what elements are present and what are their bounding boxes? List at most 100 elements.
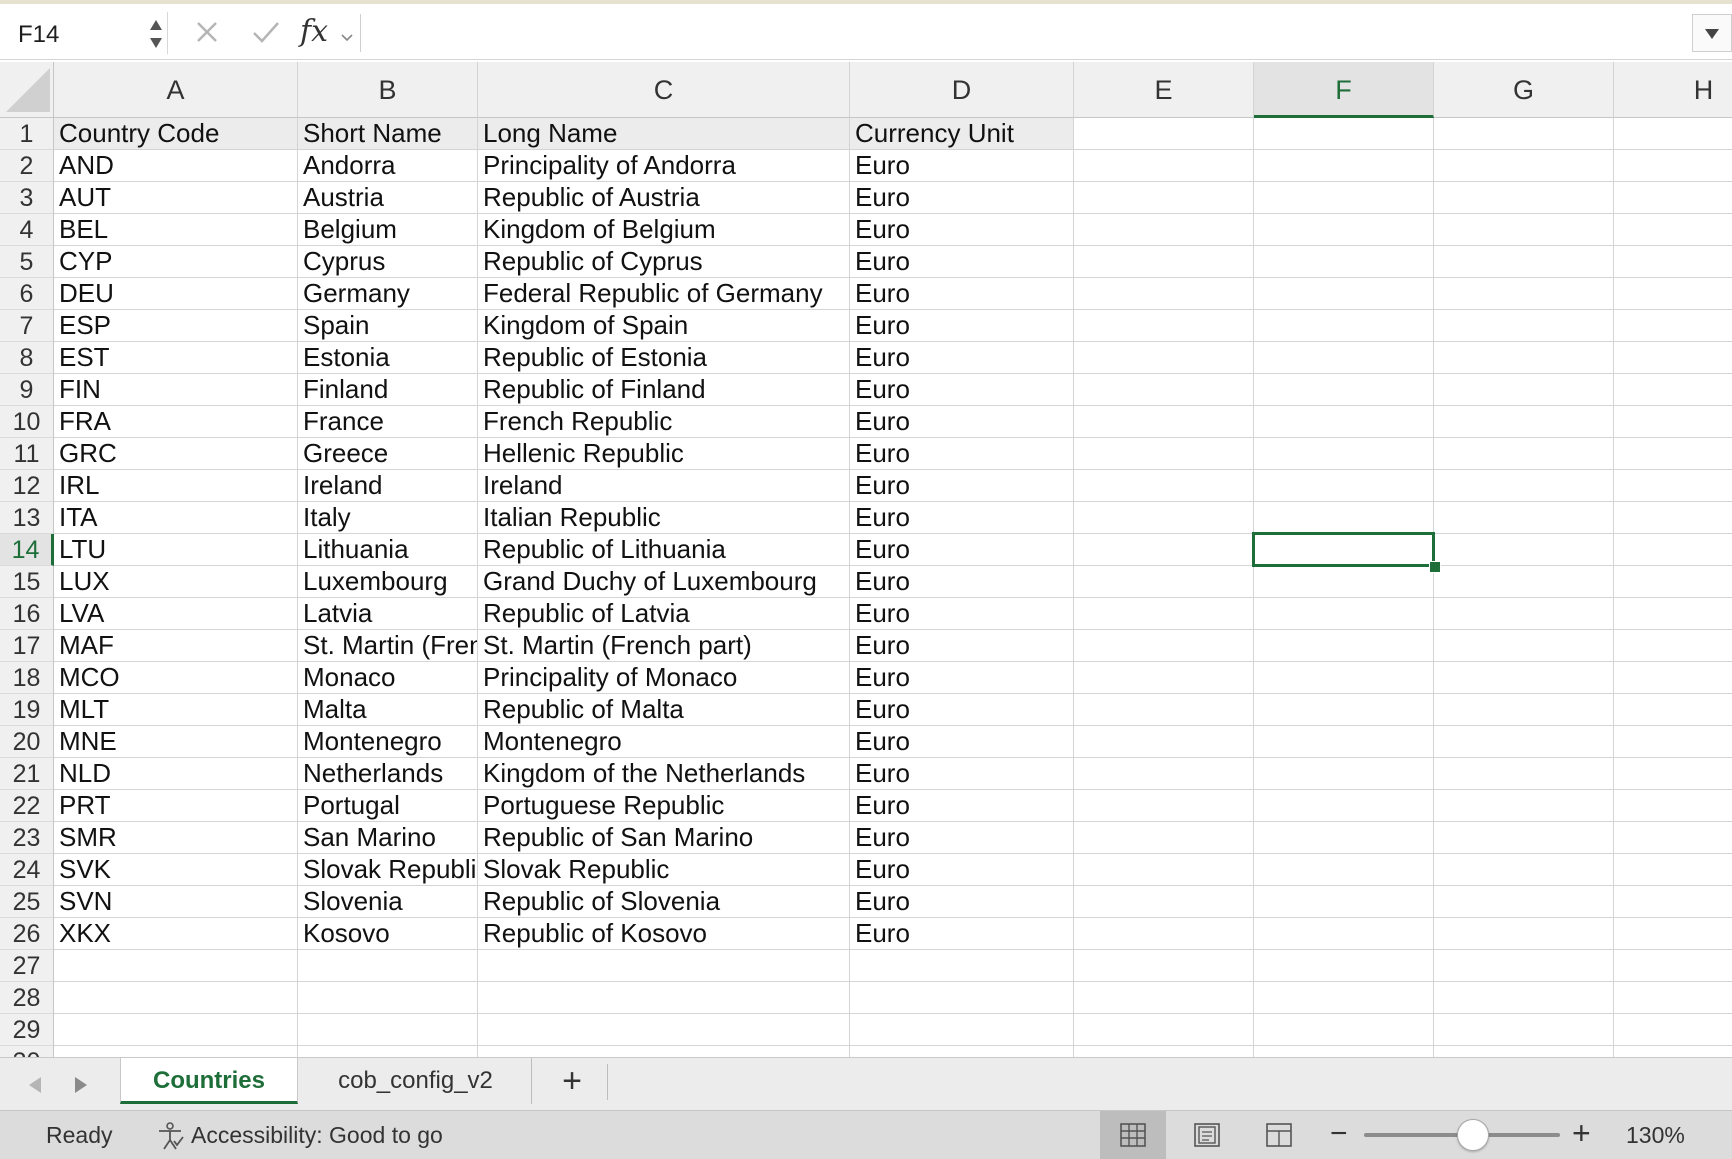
grid-cell[interactable] — [1074, 950, 1254, 982]
column-title-cell[interactable]: Long Name — [478, 118, 850, 150]
grid-cell[interactable] — [1434, 502, 1614, 534]
grid-cell[interactable] — [1614, 342, 1732, 374]
grid-cell[interactable] — [1614, 982, 1732, 1014]
grid-cell[interactable]: Republic of Slovenia — [478, 886, 850, 918]
zoom-slider-thumb[interactable] — [1456, 1119, 1489, 1151]
grid-cell[interactable]: LUX — [54, 566, 298, 598]
column-header-f[interactable]: F — [1254, 62, 1434, 118]
grid-cell[interactable] — [1254, 822, 1434, 854]
grid-cell[interactable]: SMR — [54, 822, 298, 854]
accessibility-icon[interactable] — [155, 1121, 185, 1156]
grid-cell[interactable] — [1254, 886, 1434, 918]
grid-cell[interactable] — [478, 982, 850, 1014]
grid-cell[interactable] — [1614, 694, 1732, 726]
grid-cell[interactable] — [1254, 918, 1434, 950]
row-header[interactable]: 21 — [0, 758, 54, 790]
grid-cell[interactable]: Slovak Republic — [298, 854, 478, 886]
grid-cell[interactable] — [1074, 854, 1254, 886]
grid-cell[interactable] — [1074, 534, 1254, 566]
row-header[interactable]: 13 — [0, 502, 54, 534]
select-all-corner[interactable] — [0, 62, 54, 118]
grid-cell[interactable]: Federal Republic of Germany — [478, 278, 850, 310]
sheet-tab-countries[interactable]: Countries — [120, 1058, 298, 1104]
grid-cell[interactable] — [1254, 406, 1434, 438]
grid-cell[interactable] — [1074, 694, 1254, 726]
grid-cell[interactable]: Republic of Finland — [478, 374, 850, 406]
grid-cell[interactable] — [1614, 502, 1732, 534]
grid-cell[interactable]: Euro — [850, 438, 1074, 470]
row-header[interactable]: 8 — [0, 342, 54, 374]
column-header-h[interactable]: H — [1614, 62, 1732, 118]
grid-cell[interactable] — [1614, 438, 1732, 470]
row-header[interactable]: 24 — [0, 854, 54, 886]
grid-cell[interactable]: MCO — [54, 662, 298, 694]
grid-cell[interactable] — [478, 950, 850, 982]
grid-cell[interactable]: Euro — [850, 214, 1074, 246]
grid-cell[interactable]: ESP — [54, 310, 298, 342]
grid-cell[interactable]: Malta — [298, 694, 478, 726]
grid-cell[interactable] — [1074, 374, 1254, 406]
grid-cell[interactable] — [1614, 214, 1732, 246]
grid-cell[interactable] — [1434, 534, 1614, 566]
grid-cell[interactable]: Republic of Kosovo — [478, 918, 850, 950]
grid-cell[interactable]: MLT — [54, 694, 298, 726]
grid-cell[interactable] — [1434, 598, 1614, 630]
grid-cell[interactable] — [1254, 950, 1434, 982]
grid-cell[interactable] — [1614, 886, 1732, 918]
grid-cell[interactable] — [1074, 502, 1254, 534]
grid-cell[interactable]: Euro — [850, 694, 1074, 726]
grid-cell[interactable] — [298, 1046, 478, 1057]
grid-cell[interactable]: Latvia — [298, 598, 478, 630]
row-header[interactable]: 27 — [0, 950, 54, 982]
grid-cell[interactable]: Kingdom of the Netherlands — [478, 758, 850, 790]
insert-function-button[interactable]: fx — [300, 14, 328, 49]
grid-cell[interactable]: Euro — [850, 854, 1074, 886]
confirm-entry-icon[interactable] — [252, 20, 280, 49]
grid-cell[interactable] — [1614, 1014, 1732, 1046]
grid-cell[interactable]: St. Martin (French part) — [478, 630, 850, 662]
grid-cell[interactable]: Republic of San Marino — [478, 822, 850, 854]
grid-cell[interactable]: Euro — [850, 182, 1074, 214]
grid-cell[interactable] — [1434, 1046, 1614, 1057]
grid-cell[interactable] — [1614, 918, 1732, 950]
grid-cell[interactable] — [1254, 118, 1434, 150]
formula-input[interactable] — [360, 14, 1690, 52]
grid-cell[interactable] — [1074, 918, 1254, 950]
grid-cell[interactable]: EST — [54, 342, 298, 374]
row-header[interactable]: 10 — [0, 406, 54, 438]
row-header[interactable]: 2 — [0, 150, 54, 182]
grid-cell[interactable]: AUT — [54, 182, 298, 214]
grid-cell[interactable]: Principality of Andorra — [478, 150, 850, 182]
grid-cell[interactable] — [1074, 342, 1254, 374]
grid-cell[interactable] — [1254, 246, 1434, 278]
grid-cell[interactable] — [298, 950, 478, 982]
grid-cell[interactable]: Euro — [850, 406, 1074, 438]
grid-cell[interactable]: BEL — [54, 214, 298, 246]
grid-cell[interactable] — [1434, 278, 1614, 310]
row-header[interactable]: 23 — [0, 822, 54, 854]
grid-cell[interactable] — [1434, 694, 1614, 726]
grid-cell[interactable]: Kingdom of Belgium — [478, 214, 850, 246]
grid-cell[interactable]: Austria — [298, 182, 478, 214]
row-header[interactable]: 16 — [0, 598, 54, 630]
grid-cell[interactable] — [1254, 598, 1434, 630]
grid-cell[interactable]: Greece — [298, 438, 478, 470]
grid-cell[interactable] — [1074, 1014, 1254, 1046]
grid-cell[interactable]: MNE — [54, 726, 298, 758]
grid-cell[interactable] — [1254, 982, 1434, 1014]
row-header[interactable]: 22 — [0, 790, 54, 822]
grid-cell[interactable] — [850, 950, 1074, 982]
grid-cell[interactable]: PRT — [54, 790, 298, 822]
grid-cell[interactable] — [1254, 310, 1434, 342]
grid-cell[interactable]: IRL — [54, 470, 298, 502]
grid-cell[interactable] — [1434, 630, 1614, 662]
accessibility-status[interactable]: Accessibility: Good to go — [191, 1122, 443, 1149]
row-header[interactable]: 18 — [0, 662, 54, 694]
grid-cell[interactable] — [850, 982, 1074, 1014]
grid-cell[interactable]: Euro — [850, 630, 1074, 662]
grid-cell[interactable] — [1254, 854, 1434, 886]
grid-cell[interactable]: Slovenia — [298, 886, 478, 918]
grid-cell[interactable] — [1614, 822, 1732, 854]
grid-cell[interactable]: Euro — [850, 534, 1074, 566]
grid-cell[interactable]: Euro — [850, 310, 1074, 342]
